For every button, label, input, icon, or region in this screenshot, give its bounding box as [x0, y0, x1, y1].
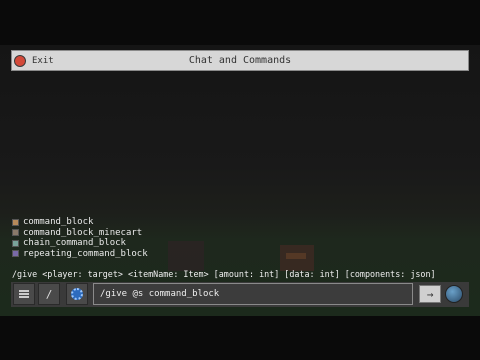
suggestion-item[interactable]: command_block — [12, 217, 148, 228]
minecart-icon — [12, 229, 19, 237]
suggestion-item[interactable]: chain_command_block — [12, 238, 148, 249]
suggestion-label: repeating_command_block — [23, 248, 148, 259]
settings-button[interactable] — [66, 283, 88, 305]
suggestion-label: command_block — [23, 217, 94, 228]
suggestion-item[interactable]: repeating_command_block — [12, 249, 148, 260]
repeating-command-block-icon — [12, 250, 19, 258]
slash-label: / — [45, 287, 53, 301]
autocomplete-list: command_block command_block_minecart cha… — [12, 217, 148, 259]
command-input[interactable] — [93, 283, 413, 305]
command-block-icon — [12, 218, 19, 226]
send-button[interactable]: → — [419, 285, 441, 303]
command-syntax-hint: /give <player: target> <itemName: Item> … — [12, 269, 436, 279]
letterbox-bottom — [0, 316, 480, 360]
page-title: Chat and Commands — [188, 55, 292, 66]
chat-title-bar: Exit Chat and Commands — [11, 50, 469, 71]
chest-shape — [280, 245, 314, 271]
arrow-right-icon: → — [426, 287, 434, 301]
globe-icon[interactable] — [445, 285, 463, 303]
gear-icon — [71, 288, 83, 300]
suggestion-item[interactable]: command_block_minecart — [12, 228, 148, 239]
chat-menu-button[interactable] — [13, 283, 35, 305]
chat-input-bar: / → — [11, 282, 469, 307]
chain-command-block-icon — [12, 239, 19, 247]
letterbox-top — [0, 0, 480, 45]
menu-lines-icon — [19, 290, 29, 298]
suggestion-label: command_block_minecart — [23, 227, 143, 238]
slash-command-button[interactable]: / — [38, 283, 60, 305]
suggestion-label: chain_command_block — [23, 238, 126, 249]
block-shape — [168, 241, 204, 271]
